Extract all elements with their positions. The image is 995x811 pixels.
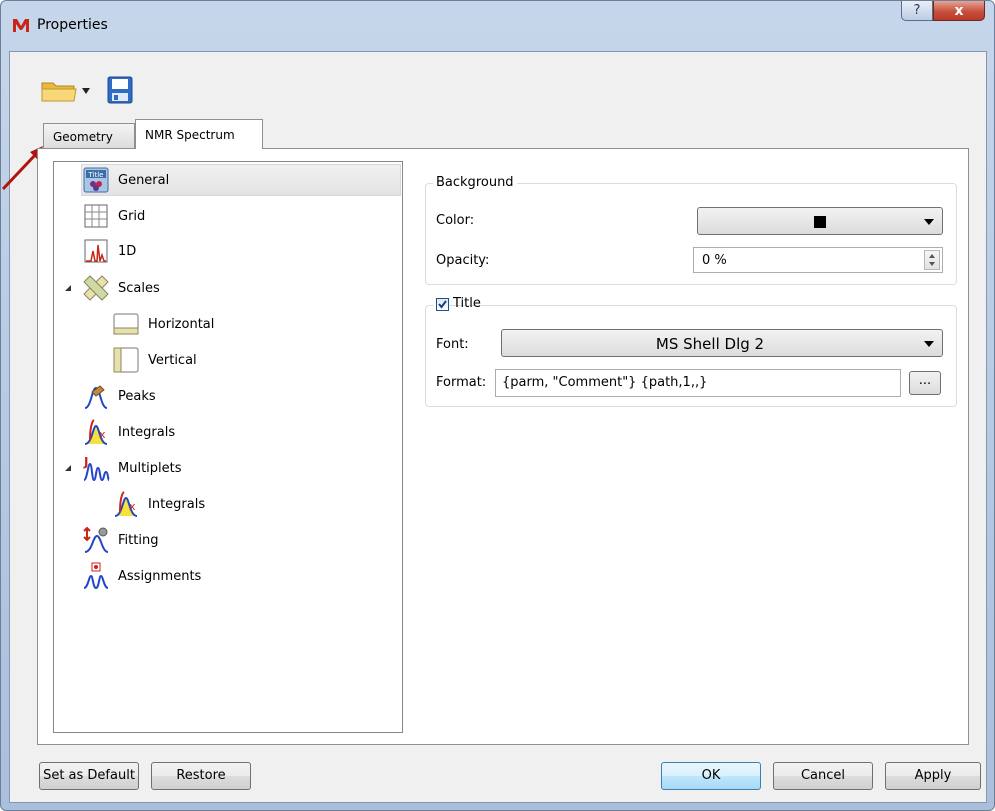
save-icon[interactable] bbox=[107, 76, 133, 104]
expand-icon[interactable] bbox=[64, 464, 72, 472]
tree-item-label: Integrals bbox=[118, 424, 176, 440]
tree-item-label: Peaks bbox=[118, 388, 156, 404]
vertical-ruler-icon bbox=[113, 347, 139, 373]
integrals-icon: x bbox=[84, 419, 108, 445]
chevron-down-icon[interactable] bbox=[81, 87, 91, 95]
spin-buttons[interactable] bbox=[924, 250, 940, 270]
opacity-spinbox[interactable]: 0 % bbox=[693, 247, 943, 273]
font-combo[interactable]: MS Shell Dlg 2 bbox=[501, 329, 943, 357]
checkmark-icon bbox=[438, 300, 447, 309]
opacity-label: Opacity: bbox=[436, 253, 490, 268]
tree-item-label: Integrals bbox=[148, 496, 206, 512]
tree-item-label: Vertical bbox=[148, 352, 197, 368]
tab-geometry[interactable]: Geometry bbox=[43, 123, 135, 149]
integrals-icon: x bbox=[114, 491, 138, 517]
tree-item-label: 1D bbox=[118, 243, 137, 259]
color-combo[interactable] bbox=[697, 207, 943, 235]
cancel-button[interactable]: Cancel bbox=[773, 762, 873, 790]
color-label: Color: bbox=[436, 213, 475, 228]
spin-up-icon bbox=[929, 254, 935, 258]
tree-item-label: Grid bbox=[118, 208, 146, 224]
background-group-label: Background bbox=[433, 175, 517, 190]
title-checkbox[interactable] bbox=[436, 298, 449, 311]
multiplets-icon: J bbox=[83, 455, 110, 482]
tree-item-assignments[interactable]: Assignments bbox=[82, 560, 201, 592]
color-swatch bbox=[814, 216, 826, 228]
expand-icon[interactable] bbox=[64, 284, 72, 292]
tree-item-fitting[interactable]: Fitting bbox=[82, 524, 158, 556]
restore-button[interactable]: Restore bbox=[151, 762, 251, 790]
title-bar[interactable]: Properties ? x bbox=[1, 1, 994, 51]
tree-item-multiplets[interactable]: J Multiplets bbox=[82, 452, 182, 484]
font-label: Font: bbox=[436, 337, 469, 352]
title-icon: Title bbox=[83, 167, 109, 193]
property-tree[interactable]: Title General Grid 1D Scales Horizontal … bbox=[53, 161, 403, 733]
horizontal-ruler-icon bbox=[113, 313, 139, 335]
tree-item-label: Multiplets bbox=[118, 460, 182, 476]
ok-button[interactable]: OK bbox=[661, 762, 761, 790]
properties-window: Properties ? x Geometry NMR Spectrum Tit… bbox=[0, 0, 995, 811]
chevron-down-icon bbox=[924, 341, 934, 347]
spin-down-icon bbox=[929, 262, 935, 266]
svg-text:x: x bbox=[129, 500, 136, 513]
format-browse-button[interactable]: ... bbox=[909, 371, 941, 395]
svg-text:Title: Title bbox=[87, 171, 103, 179]
window-title: Properties bbox=[37, 17, 108, 33]
tree-item-label: General bbox=[118, 172, 170, 188]
tree-item-1d[interactable]: 1D bbox=[82, 235, 136, 267]
peaks-icon bbox=[84, 385, 108, 409]
mnova-icon bbox=[13, 19, 29, 32]
set-as-default-button[interactable]: Set as Default bbox=[39, 762, 139, 790]
rulers-icon bbox=[83, 275, 109, 301]
help-button[interactable]: ? bbox=[901, 1, 933, 21]
tree-item-label: Fitting bbox=[118, 532, 159, 548]
fitting-icon bbox=[83, 526, 109, 553]
tree-item-horizontal[interactable]: Horizontal bbox=[112, 308, 214, 340]
tree-item-label: Horizontal bbox=[148, 316, 215, 332]
tab-nmr-spectrum[interactable]: NMR Spectrum bbox=[135, 119, 263, 149]
tree-item-grid[interactable]: Grid bbox=[82, 200, 145, 232]
tree-item-scales[interactable]: Scales bbox=[82, 272, 160, 304]
title-checkbox-label: Title bbox=[453, 296, 481, 311]
tree-item-general[interactable]: Title General bbox=[81, 164, 401, 196]
format-label: Format: bbox=[436, 375, 487, 390]
font-value: MS Shell Dlg 2 bbox=[655, 335, 765, 353]
folder-open-icon[interactable] bbox=[41, 79, 77, 103]
tree-item-label: Assignments bbox=[118, 568, 202, 584]
title-group-header: Title bbox=[433, 296, 481, 314]
tree-item-integrals[interactable]: x Integrals bbox=[82, 416, 175, 448]
tree-item-multiplet-integrals[interactable]: x Integrals bbox=[112, 488, 205, 520]
chevron-down-icon bbox=[924, 219, 934, 225]
tree-item-peaks[interactable]: Peaks bbox=[82, 380, 156, 412]
format-input[interactable]: {parm, "Comment"} {path,1,,} bbox=[495, 369, 901, 397]
grid-icon bbox=[84, 204, 108, 228]
tree-item-label: Scales bbox=[118, 280, 160, 296]
spectrum-1d-icon bbox=[84, 239, 108, 263]
apply-button[interactable]: Apply bbox=[885, 762, 981, 790]
tree-item-vertical[interactable]: Vertical bbox=[112, 344, 197, 376]
svg-text:x: x bbox=[99, 428, 106, 441]
opacity-value: 0 % bbox=[702, 253, 727, 268]
close-button[interactable]: x bbox=[933, 1, 985, 21]
assignments-icon bbox=[83, 562, 109, 590]
